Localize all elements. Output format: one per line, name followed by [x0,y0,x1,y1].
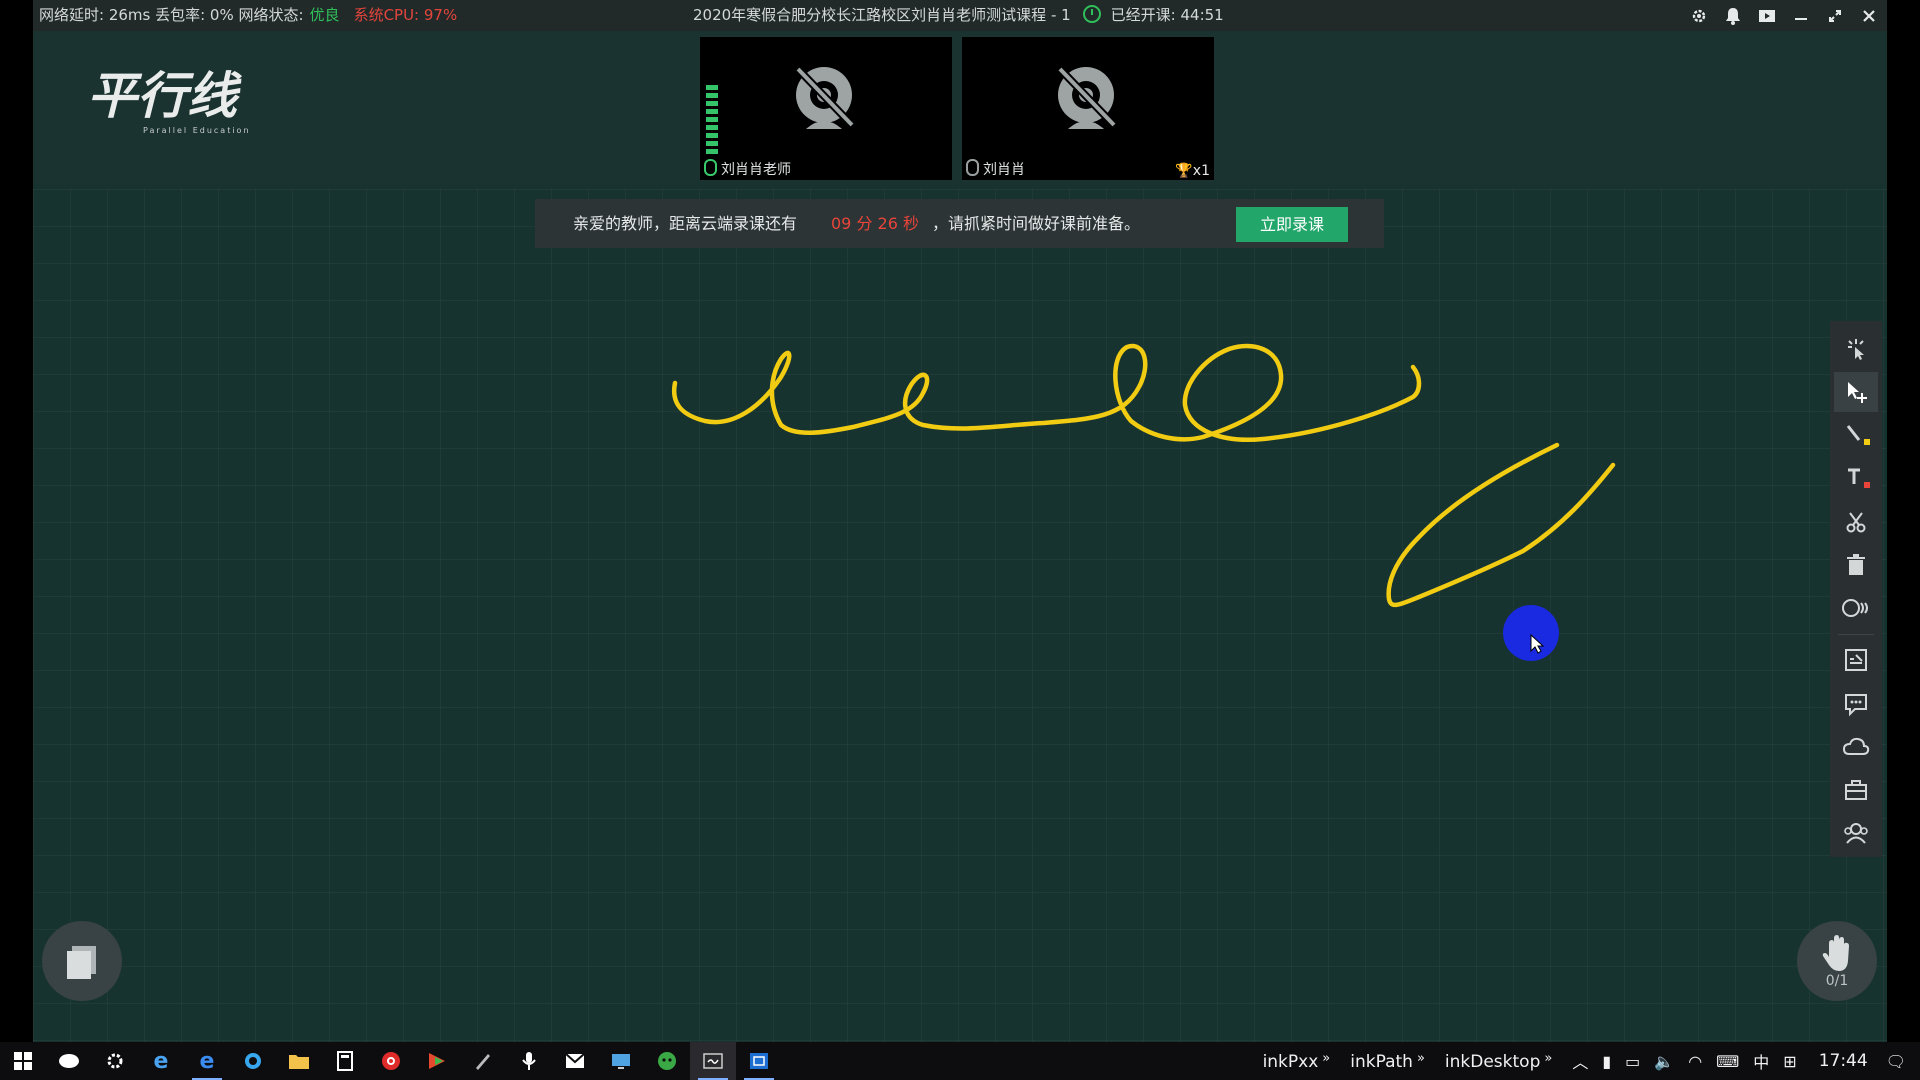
close-icon[interactable] [1859,0,1879,31]
microphone-icon [704,159,717,176]
laser-pointer-icon[interactable] [1834,329,1878,368]
windows-start-icon[interactable] [0,1042,46,1080]
toolbar-link-inkdesktop-label: inkDesktop [1444,1051,1541,1072]
minimize-icon[interactable] [1791,0,1811,31]
microphone-muted-icon [966,159,979,176]
ink-stroke-loop [1386,442,1616,608]
network-stats-text: 网络延时: 26ms 丢包率: 0% 网络状态: [39,6,304,24]
trash-icon[interactable] [1834,545,1878,584]
logo-image: 平行线 Parallel Education [87,67,251,135]
pages-button[interactable] [42,921,122,1001]
course-info: 2020年寒假合肥分校长江路校区刘肖肖老师测试课程 - 1 已经开课: 44:51 [693,0,1224,31]
screen-recorder-icon[interactable] [736,1042,782,1080]
select-move-icon[interactable] [1834,372,1878,412]
hand-raise-button[interactable]: 0/1 [1797,921,1877,1001]
wechat-icon[interactable] [644,1042,690,1080]
browser-app-icon[interactable] [230,1042,276,1080]
trophy-icon: 🏆 [1175,163,1193,179]
keyboard-icon[interactable]: ⌨ [1716,1052,1739,1071]
text-color-swatch [1864,482,1870,488]
pen-app-icon[interactable] [460,1042,506,1080]
settings-icon[interactable] [1689,0,1709,31]
pen-icon[interactable] [1834,416,1878,455]
camera-off-icon [795,66,855,129]
bell-icon[interactable] [1723,0,1743,31]
screen-share-icon[interactable] [1757,0,1777,31]
pen-color-swatch [1864,438,1870,445]
classroom-app-icon[interactable] [690,1042,736,1080]
notification-icon[interactable]: 🗨 [1886,1052,1906,1071]
move-cursor-icon [1530,633,1545,654]
microphone-app-icon[interactable] [506,1042,552,1080]
toolbar-link-inkpxx-label: inkPxx [1262,1051,1319,1072]
hand-icon [1822,935,1849,971]
logo-sub: Parallel Education [143,126,251,135]
scissors-icon[interactable] [1834,502,1878,541]
remote-desktop-icon[interactable] [598,1042,644,1080]
taskbar-apps: e e [0,1042,782,1080]
header-band: 平行线 Parallel Education 刘肖肖老师 刘肖肖 🏆x1 [33,31,1887,189]
toolbar-divider [1838,633,1874,635]
shapes-icon[interactable] [1834,589,1878,628]
chevron-up-icon[interactable]: ︿ [1572,1049,1588,1073]
settings-app-icon[interactable] [92,1042,138,1080]
trophy-count: 🏆x1 [1175,163,1210,179]
cpu-usage: 系统CPU: 97% [353,6,458,24]
student-video[interactable]: 刘肖肖 🏆x1 [962,37,1214,180]
file-explorer-icon[interactable] [276,1042,322,1080]
toolbar-link-inkdesktop[interactable]: inkDesktop» [1445,1051,1552,1072]
pages-icon [67,946,96,979]
toolbar-link-inkpath-label: inkPath [1350,1051,1413,1072]
system-tray: inkPxx» inkPath» inkDesktop» ︿ ▮ ▭ 🔈 ◠ ⌨… [1263,1042,1920,1080]
volume-meter [706,85,718,161]
ink-stroke-cursive [671,343,1422,442]
comment-icon[interactable] [1834,684,1878,723]
clock-icon [1082,5,1101,23]
toolbar-link-inkpxx[interactable]: inkPxx» [1263,1051,1331,1072]
wifi-icon[interactable]: ◠ [1688,1052,1702,1071]
elapsed-time: 已经开课: 44:51 [1110,6,1224,24]
taskbar: e e inkPxx» inkPath» inkDesktop» ︿ ▮ ▭ 🔈… [0,1042,1920,1080]
window-controls [1689,0,1879,31]
teacher-name: 刘肖肖老师 [704,159,791,179]
chat-app-icon[interactable] [46,1042,92,1080]
mail-icon[interactable] [552,1042,598,1080]
course-title: 2020年寒假合肥分校长江路校区刘肖肖老师测试课程 - 1 [693,6,1071,24]
ie-browser-icon[interactable]: e [138,1042,184,1080]
title-bar: 网络延时: 26ms 丢包率: 0% 网络状态: 优良 系统CPU: 97% 202… [33,0,1887,31]
pointer-cursor [1503,605,1559,661]
restore-icon[interactable] [1825,0,1845,31]
media-app-icon[interactable] [414,1042,460,1080]
network-quality: 优良 [309,6,340,24]
network-stats: 网络延时: 26ms 丢包率: 0% 网络状态: 优良 系统CPU: 97% [39,0,457,31]
volume-icon[interactable]: 🔈 [1654,1052,1674,1071]
edge-browser-icon[interactable]: e [184,1042,230,1080]
toolbar-link-inkpath[interactable]: inkPath» [1350,1051,1425,1072]
ime-indicator[interactable]: 中 [1753,1049,1769,1073]
whiteboard[interactable]: 亲爱的教师，距离云端录课还有 09 分 26 秒 ，请抓紧时间做好课前准备。 立… [33,189,1887,1042]
text-icon[interactable] [1834,459,1878,498]
student-name: 刘肖肖 [966,159,1025,179]
usb-icon[interactable]: ▮ [1602,1052,1611,1071]
ink-strokes [671,343,1616,608]
calculator-icon[interactable] [322,1042,368,1080]
teacher-name-text: 刘肖肖老师 [721,162,791,178]
battery-icon[interactable]: ▭ [1625,1052,1640,1071]
whiteboard-toolbar [1830,321,1882,857]
camera-off-icon [1057,66,1117,129]
toolbox-icon[interactable] [1834,770,1878,809]
trophy-count-text: x1 [1192,163,1210,179]
student-name-text: 刘肖肖 [983,162,1025,178]
formula-icon[interactable] [1834,641,1878,680]
hand-raise-count: 0/1 [1825,973,1849,989]
cloud-icon[interactable] [1834,727,1878,766]
ime-mode-icon[interactable]: ⊞ [1783,1052,1796,1071]
netease-music-icon[interactable] [368,1042,414,1080]
logo-main: 平行线 [87,67,242,125]
teacher-video[interactable]: 刘肖肖老师 [700,37,952,180]
clock-time[interactable]: 17:44 [1819,1051,1868,1071]
students-icon[interactable] [1834,814,1878,853]
logo: 平行线 Parallel Education [83,61,263,141]
classroom-window: 网络延时: 26ms 丢包率: 0% 网络状态: 优良 系统CPU: 97% 202… [33,0,1887,1042]
